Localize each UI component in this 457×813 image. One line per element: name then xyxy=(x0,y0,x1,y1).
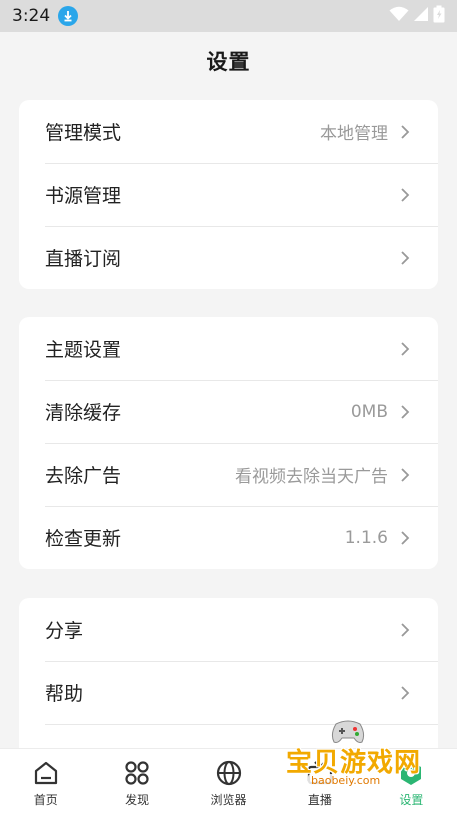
settings-item-label: 去除广告 xyxy=(45,465,122,487)
settings-group-app: 主题设置 清除缓存 0MB 去除广告 看视频去除当天广告 检查更新 1.1.6 xyxy=(19,317,438,569)
settings-item-value: 本地管理 xyxy=(320,124,388,144)
settings-item-label: 检查更新 xyxy=(45,528,122,550)
tab-label: 发现 xyxy=(125,793,150,807)
chevron-right-icon xyxy=(398,341,412,356)
battery-icon xyxy=(433,5,445,27)
chevron-right-icon xyxy=(398,530,412,545)
globe-icon xyxy=(216,760,241,786)
settings-item-label: 清除缓存 xyxy=(45,402,122,424)
chevron-right-icon xyxy=(398,622,412,637)
tab-settings[interactable]: 设置 xyxy=(366,749,457,813)
download-icon xyxy=(58,6,79,26)
tab-label: 设置 xyxy=(399,793,424,807)
tab-browser[interactable]: 浏览器 xyxy=(183,749,274,813)
settings-item-live-subscription[interactable]: 直播订阅 xyxy=(19,226,438,289)
chevron-right-icon xyxy=(398,404,412,419)
settings-item-label: 书源管理 xyxy=(45,185,122,207)
settings-item-label: 帮助 xyxy=(45,683,84,705)
settings-item-value: 1.1.6 xyxy=(344,527,388,548)
settings-item-help[interactable]: 帮助 xyxy=(19,661,438,724)
tab-label: 浏览器 xyxy=(210,793,247,807)
signal-icon xyxy=(413,6,429,26)
settings-item-check-update[interactable]: 检查更新 1.1.6 xyxy=(19,506,438,569)
home-icon xyxy=(34,761,57,785)
settings-item-label: 管理模式 xyxy=(45,122,122,144)
settings-item-label: 主题设置 xyxy=(45,339,122,361)
settings-item-theme[interactable]: 主题设置 xyxy=(19,317,438,380)
chevron-right-icon xyxy=(398,685,412,700)
live-tv-icon xyxy=(307,761,333,785)
tab-label: 首页 xyxy=(33,793,58,807)
bottom-tab-bar: 首页 发现 浏览器 直播 设置 xyxy=(0,748,457,813)
settings-item-label: 分享 xyxy=(45,620,84,642)
settings-item-clear-cache[interactable]: 清除缓存 0MB xyxy=(19,380,438,443)
status-time: 3:24 xyxy=(12,6,51,26)
settings-item-share[interactable]: 分享 xyxy=(19,598,438,661)
settings-item-value: 看视频去除当天广告 xyxy=(235,467,388,487)
chevron-right-icon xyxy=(398,187,412,202)
settings-item-manage-mode[interactable]: 管理模式 本地管理 xyxy=(19,100,438,163)
settings-group-general: 管理模式 本地管理 书源管理 直播订阅 xyxy=(19,100,438,289)
tab-home[interactable]: 首页 xyxy=(0,749,91,813)
settings-item-label: 直播订阅 xyxy=(45,248,122,270)
discover-icon xyxy=(125,761,149,785)
settings-item-remove-ads[interactable]: 去除广告 看视频去除当天广告 xyxy=(19,443,438,506)
wifi-icon xyxy=(389,6,409,26)
chevron-right-icon xyxy=(398,250,412,265)
settings-item-value: 0MB xyxy=(350,401,388,422)
settings-item-book-source[interactable]: 书源管理 xyxy=(19,163,438,226)
tab-label: 直播 xyxy=(307,793,332,807)
tab-live[interactable]: 直播 xyxy=(274,749,365,813)
settings-icon xyxy=(401,761,422,785)
status-bar: 3:24 xyxy=(0,0,457,32)
chevron-right-icon xyxy=(398,467,412,482)
settings-group-about: 分享 帮助 xyxy=(19,598,438,758)
tab-discover[interactable]: 发现 xyxy=(91,749,182,813)
page-title: 设置 xyxy=(206,50,251,74)
chevron-right-icon xyxy=(398,124,412,139)
